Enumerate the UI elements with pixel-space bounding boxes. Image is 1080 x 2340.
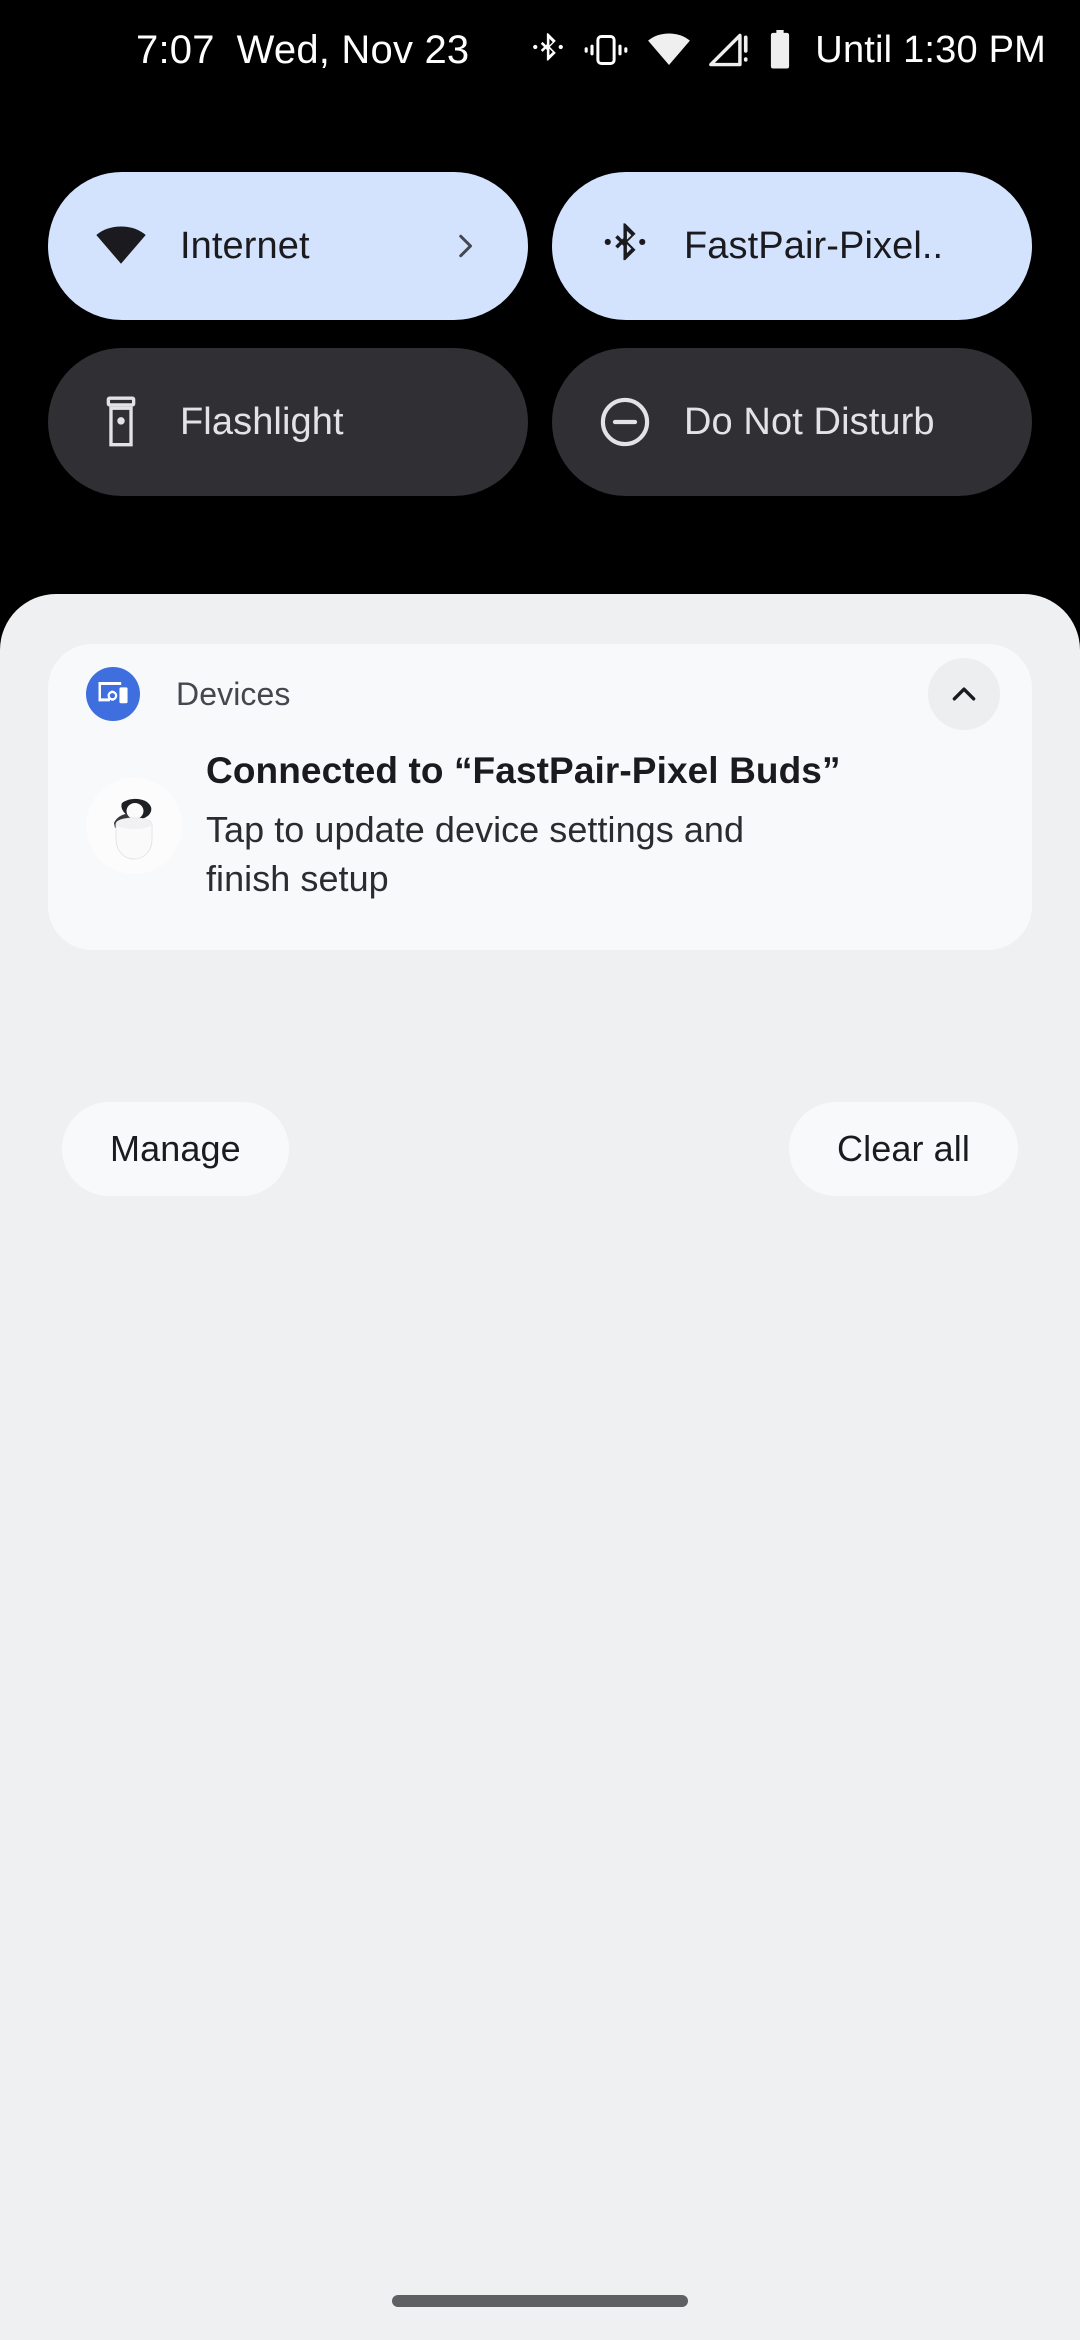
- pixel-buds-case-image: [86, 778, 182, 874]
- home-gesture-handle[interactable]: [392, 2295, 688, 2307]
- qs-tile-bluetooth[interactable]: FastPair-Pixel..: [552, 172, 1032, 320]
- chevron-right-icon[interactable]: [450, 231, 480, 261]
- notification-title: Connected to “FastPair-Pixel Buds”: [206, 750, 841, 791]
- battery-estimate-text: Until 1:30 PM: [815, 28, 1046, 71]
- notification-header: Devices: [48, 644, 1032, 744]
- qs-tile-do-not-disturb[interactable]: Do Not Disturb: [552, 348, 1032, 496]
- notification-shade-panel: Devices Connected to “FastPair-Pixel Bud…: [0, 594, 1080, 2340]
- qs-tile-label: FastPair-Pixel..: [684, 224, 944, 267]
- status-bar-left: 7:07 Wed, Nov 23: [136, 28, 469, 73]
- status-bar-icons: Until 1:30 PM: [531, 29, 1046, 72]
- manage-button[interactable]: Manage: [62, 1102, 289, 1196]
- qs-tile-label: Do Not Disturb: [684, 400, 935, 443]
- qs-tile-label: Internet: [180, 224, 310, 267]
- flashlight-icon: [94, 395, 148, 449]
- wifi-icon: [648, 33, 691, 66]
- bluetooth-icon: [533, 33, 564, 61]
- status-bar-clock: 7:07: [136, 27, 215, 72]
- do-not-disturb-icon: [598, 395, 652, 449]
- signal-no-sim-icon: [709, 33, 748, 67]
- notification-card[interactable]: Devices Connected to “FastPair-Pixel Bud…: [48, 644, 1032, 951]
- notification-description: Tap to update device settings and finish…: [206, 809, 745, 900]
- bluetooth-icon: [598, 219, 652, 273]
- qs-tile-label: Flashlight: [180, 400, 344, 443]
- battery-icon: [771, 30, 790, 69]
- notification-text-block: Connected to “FastPair-Pixel Buds” Tap t…: [206, 744, 841, 904]
- vibrate-icon: [584, 34, 628, 66]
- status-bar: 7:07 Wed, Nov 23 Until 1:30 PM: [0, 0, 1080, 100]
- devices-icon: [86, 667, 140, 721]
- status-bar-date: Wed, Nov 23: [236, 27, 470, 72]
- wifi-icon: [94, 219, 148, 273]
- qs-tile-flashlight[interactable]: Flashlight: [48, 348, 528, 496]
- quick-settings-grid: Internet FastPair-Pixel.. Flashlight Do …: [48, 172, 1032, 496]
- notification-body[interactable]: Connected to “FastPair-Pixel Buds” Tap t…: [48, 744, 1032, 950]
- chevron-up-icon[interactable]: [928, 658, 1000, 730]
- android-notification-shade: 7:07 Wed, Nov 23 Until 1:30 PM Internet …: [0, 0, 1080, 2340]
- clear-all-button[interactable]: Clear all: [789, 1102, 1018, 1196]
- notification-app-name: Devices: [176, 675, 291, 712]
- notification-actions-row: Manage Clear all: [62, 1102, 1018, 1196]
- qs-tile-internet[interactable]: Internet: [48, 172, 528, 320]
